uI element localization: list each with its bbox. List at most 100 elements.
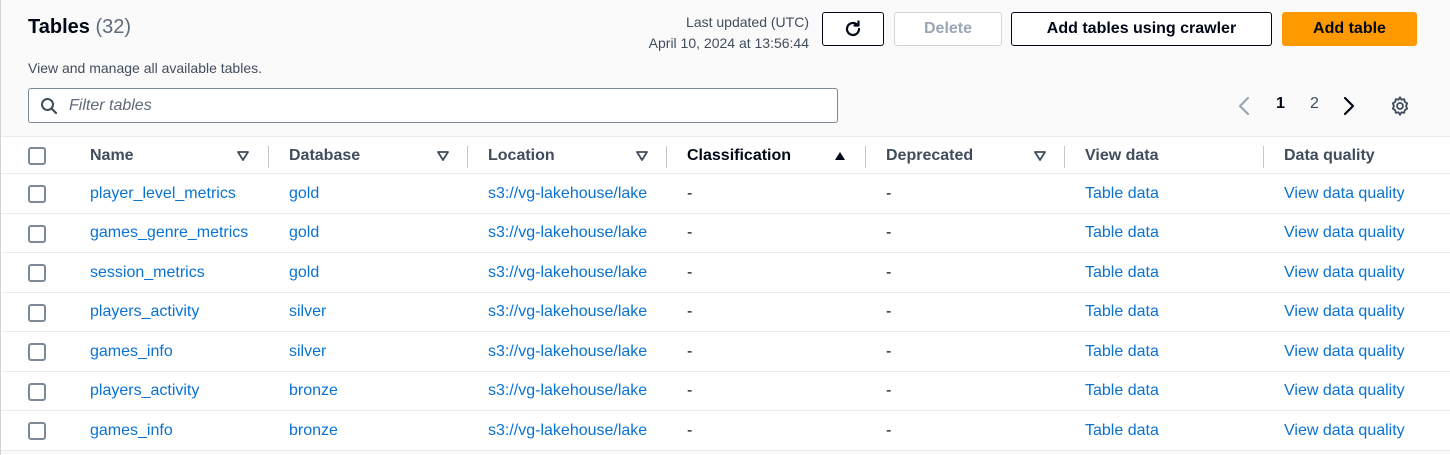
last-updated-value: April 10, 2024 at 13:56:44	[648, 35, 809, 51]
sort-descending-icon[interactable]	[636, 151, 648, 161]
table-data-link[interactable]: Table data	[1085, 372, 1255, 411]
view-data-quality-link[interactable]: View data quality	[1284, 253, 1444, 292]
classification-value: -	[687, 303, 693, 320]
table-count: (32)	[95, 16, 132, 38]
delete-button[interactable]: Delete	[894, 12, 1002, 46]
database-link[interactable]: bronze	[289, 411, 459, 450]
table-name-link[interactable]: session_metrics	[90, 253, 265, 292]
classification-value: -	[687, 382, 693, 399]
table-name-link[interactable]: players_activity	[90, 293, 265, 332]
deprecated-value: -	[886, 303, 892, 320]
view-data-quality-link[interactable]: View data quality	[1284, 174, 1444, 213]
sort-descending-icon[interactable]	[1034, 151, 1046, 161]
table-name-link[interactable]: player_level_metrics	[90, 174, 265, 213]
location-link[interactable]: s3://vg-lakehouse/lake	[488, 411, 667, 450]
previous-page-button[interactable]	[1237, 92, 1257, 120]
row-checkbox[interactable]	[28, 343, 46, 361]
refresh-button[interactable]	[822, 12, 884, 46]
classification-value: -	[687, 263, 693, 281]
column-divider[interactable]	[467, 146, 468, 168]
row-checkbox[interactable]	[28, 382, 46, 401]
row-checkbox[interactable]	[28, 185, 46, 203]
table-name-link[interactable]: players_activity	[90, 372, 265, 411]
location-link[interactable]: s3://vg-lakehouse/lake	[488, 214, 667, 253]
view-data-quality-link[interactable]: View data quality	[1284, 214, 1444, 253]
database-link[interactable]: gold	[289, 253, 459, 292]
column-header-deprecated[interactable]: Deprecated	[886, 137, 973, 175]
filter-tables-input[interactable]	[69, 96, 809, 115]
view-data-quality-link[interactable]: View data quality	[1284, 372, 1444, 411]
preferences-button[interactable]	[1389, 92, 1413, 120]
search-icon	[29, 97, 69, 115]
row-checkbox[interactable]	[28, 224, 46, 243]
database-link[interactable]: bronze	[289, 372, 459, 411]
column-header-data-quality: Data quality	[1284, 147, 1375, 164]
column-divider[interactable]	[268, 146, 269, 168]
add-table-button[interactable]: Add table	[1282, 12, 1417, 46]
view-data-quality-link[interactable]: View data quality	[1284, 411, 1444, 450]
table-header: Name Database Location Classification De…	[1, 136, 1450, 174]
deprecated-value: -	[886, 382, 892, 399]
deprecated-value: -	[886, 263, 892, 281]
column-divider[interactable]	[1064, 146, 1065, 168]
table-data-link[interactable]: Table data	[1085, 293, 1255, 332]
table-row: games_info bronze s3://vg-lakehouse/lake - -…	[1, 411, 1450, 451]
table-row: players_activity silver s3://vg-lakehouse/…	[1, 293, 1450, 332]
column-header-location[interactable]: Location	[488, 137, 555, 175]
column-header-classification[interactable]: Classification	[687, 137, 791, 175]
database-link[interactable]: silver	[289, 293, 459, 332]
filter-box	[28, 88, 838, 123]
table-row: player_level_metrics gold s3://vg-lakehous…	[1, 174, 1450, 214]
deprecated-value: -	[886, 224, 892, 241]
location-link[interactable]: s3://vg-lakehouse/lake	[488, 293, 667, 332]
table-data-link[interactable]: Table data	[1085, 411, 1255, 450]
table-name-link[interactable]: games_genre_metrics	[90, 214, 265, 253]
gear-icon	[1391, 96, 1409, 116]
select-all-checkbox[interactable]	[28, 147, 46, 165]
table-body: player_level_metrics gold s3://vg-lakehous…	[1, 174, 1450, 451]
sort-descending-icon[interactable]	[237, 151, 249, 161]
table-data-link[interactable]: Table data	[1085, 253, 1255, 292]
database-link[interactable]: silver	[289, 332, 459, 371]
page-2-button[interactable]: 2	[1310, 95, 1319, 113]
table-data-link[interactable]: Table data	[1085, 174, 1255, 213]
table-name-link[interactable]: games_info	[90, 332, 265, 371]
page-1-button[interactable]: 1	[1276, 95, 1285, 113]
deprecated-value: -	[886, 342, 892, 360]
table-name-link[interactable]: games_info	[90, 411, 265, 450]
deprecated-value: -	[886, 184, 892, 202]
location-link[interactable]: s3://vg-lakehouse/lake	[488, 174, 667, 213]
table-row: session_metrics gold s3://vg-lakehouse/lak…	[1, 253, 1450, 293]
last-updated: Last updated (UTC) April 10, 2024 at 13:…	[649, 12, 809, 54]
column-divider[interactable]	[666, 146, 667, 168]
add-tables-crawler-button[interactable]: Add tables using crawler	[1011, 12, 1272, 46]
classification-value: -	[687, 421, 693, 439]
database-link[interactable]: gold	[289, 214, 459, 253]
column-divider[interactable]	[865, 146, 866, 168]
row-checkbox[interactable]	[28, 422, 46, 440]
column-header-database[interactable]: Database	[289, 137, 360, 175]
page-title: Tables (32)	[28, 16, 131, 39]
last-updated-label: Last updated (UTC)	[686, 14, 809, 30]
database-link[interactable]: gold	[289, 174, 459, 213]
location-link[interactable]: s3://vg-lakehouse/lake	[488, 253, 667, 292]
chevron-right-icon	[1343, 96, 1355, 116]
table-data-link[interactable]: Table data	[1085, 332, 1255, 371]
page-title-text: Tables	[28, 16, 90, 38]
location-link[interactable]: s3://vg-lakehouse/lake	[488, 332, 667, 371]
table-data-link[interactable]: Table data	[1085, 214, 1255, 253]
row-checkbox[interactable]	[28, 303, 46, 322]
next-page-button[interactable]	[1342, 92, 1362, 120]
row-checkbox[interactable]	[28, 264, 46, 282]
classification-value: -	[687, 342, 693, 360]
table-row: games_genre_metrics gold s3://vg-lakehouse…	[1, 214, 1450, 253]
refresh-icon	[845, 20, 861, 37]
sort-ascending-icon[interactable]	[834, 151, 846, 161]
column-header-name[interactable]: Name	[90, 137, 134, 175]
location-link[interactable]: s3://vg-lakehouse/lake	[488, 372, 667, 411]
view-data-quality-link[interactable]: View data quality	[1284, 293, 1444, 332]
column-divider[interactable]	[1263, 146, 1264, 168]
view-data-quality-link[interactable]: View data quality	[1284, 332, 1444, 371]
sort-descending-icon[interactable]	[437, 151, 449, 161]
column-header-view-data: View data	[1085, 147, 1159, 164]
